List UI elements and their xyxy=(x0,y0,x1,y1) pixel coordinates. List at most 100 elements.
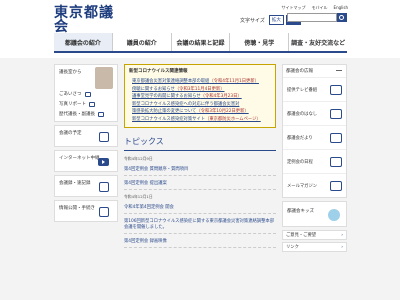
nav-members[interactable]: 議員の紹介 xyxy=(111,33,171,51)
pr-title-text: 都議会の広報 xyxy=(286,69,313,74)
speaker-link-photo-report[interactable]: 写真リポート xyxy=(59,101,95,107)
util-links: サイトマップ モバイル English xyxy=(282,5,348,11)
pr-item-label: 定例会の日程 xyxy=(287,159,313,165)
logo-ja: 東京都議会 xyxy=(54,5,114,35)
video-play-icon xyxy=(98,158,109,166)
schedule-label: 会議の予定 xyxy=(59,131,82,136)
notice-item[interactable]: 新型コロナウイルス感染症対策サイト（東京都防災ホームページ） xyxy=(132,116,271,122)
notice-title: 新型コロナウイルス関連情報 xyxy=(129,69,188,74)
search-icon[interactable] xyxy=(337,13,347,22)
font-size-label: 文字サイズ xyxy=(240,17,265,24)
notice-item-text: 策感染拡大防止策の変更について xyxy=(132,109,197,115)
util-link-mobile[interactable]: モバイル xyxy=(312,5,328,11)
speaker-link-history-label: 歴代議長・副議長 xyxy=(59,112,95,117)
chat-icon xyxy=(84,91,91,97)
notice-item-text: 傍聴に関するお知らせ xyxy=(132,86,175,92)
notice-item[interactable]: 新型コロナウイルス感染症への対応に伴う都議会災害対 xyxy=(132,101,271,107)
minus-icon xyxy=(336,70,342,71)
nav-about[interactable]: 都議会の紹介 xyxy=(54,33,112,51)
chevron-right-icon: › xyxy=(341,244,343,250)
tv-icon xyxy=(330,84,342,95)
speaker-link-history[interactable]: 歴代議長・副議長 xyxy=(59,111,104,117)
kids-label: 都議会キッズ xyxy=(287,209,314,214)
pr-item-mail[interactable]: メールマガジン xyxy=(283,173,346,197)
page-content: 議長室から ごあいさつ 写真リポート 歴代議長・副議長 会議の予定 インターネッ… xyxy=(0,58,400,300)
topic-link[interactable]: 第4回定例会 質問順序・質問項目 xyxy=(124,166,276,176)
notice-item[interactable]: 策感染拡大防止策の変更について（令和3年10月22日更新） xyxy=(132,108,271,114)
mail-icon xyxy=(330,180,342,191)
notice-item[interactable]: 東京都議会災害対策連絡調整本部の取組（令和4年11月1日更新） xyxy=(132,78,271,84)
notice-item-text: 東京都議会災害対策連絡調整本部の取組 xyxy=(132,79,210,84)
notice-item-date: （東京都防災ホームページ） xyxy=(205,116,261,122)
camera-icon xyxy=(89,101,95,107)
notice-item-date: （令和3年11月4日更新） xyxy=(174,86,225,92)
chevron-right-icon: › xyxy=(341,232,343,238)
pr-item-newsletter[interactable]: 都議会だより xyxy=(283,125,346,149)
site-header: 東京都議会 Tokyo Metropolitan Assembly サイトマップ… xyxy=(0,0,400,58)
document-icon xyxy=(99,207,109,217)
book-icon xyxy=(330,108,342,119)
kids-mascot-icon xyxy=(328,209,340,221)
nav-divider xyxy=(54,51,347,53)
left-sidebar: 議長室から ごあいさつ 写真リポート 歴代議長・副議長 会議の予定 インターネッ… xyxy=(54,64,118,225)
search-input[interactable] xyxy=(287,13,337,22)
util-link-sitemap[interactable]: サイトマップ xyxy=(282,5,306,11)
pr-item-label: メールマガジン xyxy=(287,183,318,189)
pr-item-tv[interactable]: 提供テレビ番組 xyxy=(283,77,346,101)
disclosure-link[interactable]: 情報公開・手続き xyxy=(54,200,118,222)
notice-item-text: 新型コロナウイルス感染症への対応に伴う都議会災害対 xyxy=(132,101,240,107)
internet-label: インターネット中継 xyxy=(59,156,100,161)
pr-card: 都議会の広報 提供テレビ番組 都議会のはなし 都議会だより 定例会の日程 メール… xyxy=(282,64,347,198)
notice-item-text: 新型コロナウイルス感染症対策サイト xyxy=(132,116,206,122)
speaker-card: 議長室から ごあいさつ 写真リポート 歴代議長・副議長 xyxy=(54,64,118,122)
notice-item[interactable]: 議事堂見学の再開に関するお知らせ（令和4年3月23日） xyxy=(132,93,271,99)
calendar-icon xyxy=(330,156,342,167)
search-document-icon xyxy=(99,182,109,192)
notice-item-date: （令和3年10月22日更新） xyxy=(196,109,249,115)
speaker-link-greeting[interactable]: ごあいさつ xyxy=(59,91,91,97)
internet-broadcast-link[interactable]: インターネット中継 xyxy=(54,150,118,172)
notice-item-date: （令和4年3月23日） xyxy=(200,94,242,100)
speaker-title: 議長室から xyxy=(59,70,82,75)
nav-visit[interactable]: 傍聴・見学 xyxy=(229,33,289,51)
global-nav: 都議会の紹介 議員の紹介 会議の結果と記録 傍聴・見学 調査・友好交流など xyxy=(54,33,347,51)
links-link[interactable]: リンク › xyxy=(282,242,347,252)
minutes-label: 会議録・速記録 xyxy=(59,181,91,186)
topic-link[interactable]: 第4回定例会 録画映像 xyxy=(124,238,276,248)
covid-notice-box: 新型コロナウイルス関連情報 東京都議会災害対策連絡調整本部の取組（令和4年11月… xyxy=(124,64,276,128)
right-sidebar: 都議会の広報 提供テレビ番組 都議会のはなし 都議会だより 定例会の日程 メール… xyxy=(282,64,347,254)
pr-item-label: 提供テレビ番組 xyxy=(287,87,318,93)
topic-link[interactable]: 令和4年第4回定例会 開会 xyxy=(124,204,276,214)
util-link-english[interactable]: English xyxy=(334,5,348,11)
topic-link[interactable]: 第106回新型コロナウイルス感染症に関する東京都議会災害対策連絡調整本部会議を開… xyxy=(124,218,276,234)
calendar-icon xyxy=(99,132,109,142)
main-column: 新型コロナウイルス関連情報 東京都議会災害対策連絡調整本部の取組（令和4年11月… xyxy=(124,64,276,300)
nav-results[interactable]: 会議の結果と記録 xyxy=(170,33,230,51)
notice-item[interactable]: 傍聴に関するお知らせ（令和3年11月4日更新） xyxy=(132,86,271,92)
topic-date: 令和4年12月1日 xyxy=(124,193,153,199)
feedback-label: ご意見・ご要望 xyxy=(286,233,317,238)
pr-item-label: 都議会だより xyxy=(287,135,313,141)
pr-item-label: 都議会のはなし xyxy=(287,111,318,117)
notice-item-text: 議事堂見学の再開に関するお知らせ xyxy=(132,94,201,100)
nav-research[interactable]: 調査・友好交流など xyxy=(288,33,347,51)
speaker-photo xyxy=(95,67,113,89)
minutes-search-link[interactable]: 会議録・速記録 xyxy=(54,175,118,197)
schedule-link[interactable]: 会議の予定 xyxy=(54,125,118,147)
pr-item-story[interactable]: 都議会のはなし xyxy=(283,101,346,125)
links-label: リンク xyxy=(286,245,299,250)
font-size-enlarge-button[interactable]: 拡大 xyxy=(268,15,284,25)
pr-title: 都議会の広報 xyxy=(283,65,346,77)
speaker-link-photo-label: 写真リポート xyxy=(59,102,86,107)
disclosure-label: 情報公開・手続き xyxy=(59,206,95,211)
topic-link[interactable]: 第4回定例会 提出議案 xyxy=(124,180,276,190)
notice-item-date: （令和4年11月1日更新） xyxy=(209,79,259,84)
person-icon xyxy=(98,111,104,117)
topic-date: 令和4年12月9日 xyxy=(124,155,153,161)
speaker-link-greeting-label: ごあいさつ xyxy=(59,92,82,97)
kids-link[interactable]: 都議会キッズ xyxy=(282,201,347,227)
topics-heading: トピックス xyxy=(124,136,276,151)
pr-item-schedule[interactable]: 定例会の日程 xyxy=(283,149,346,173)
feedback-link[interactable]: ご意見・ご要望 › xyxy=(282,230,347,240)
newspaper-icon xyxy=(330,132,342,143)
